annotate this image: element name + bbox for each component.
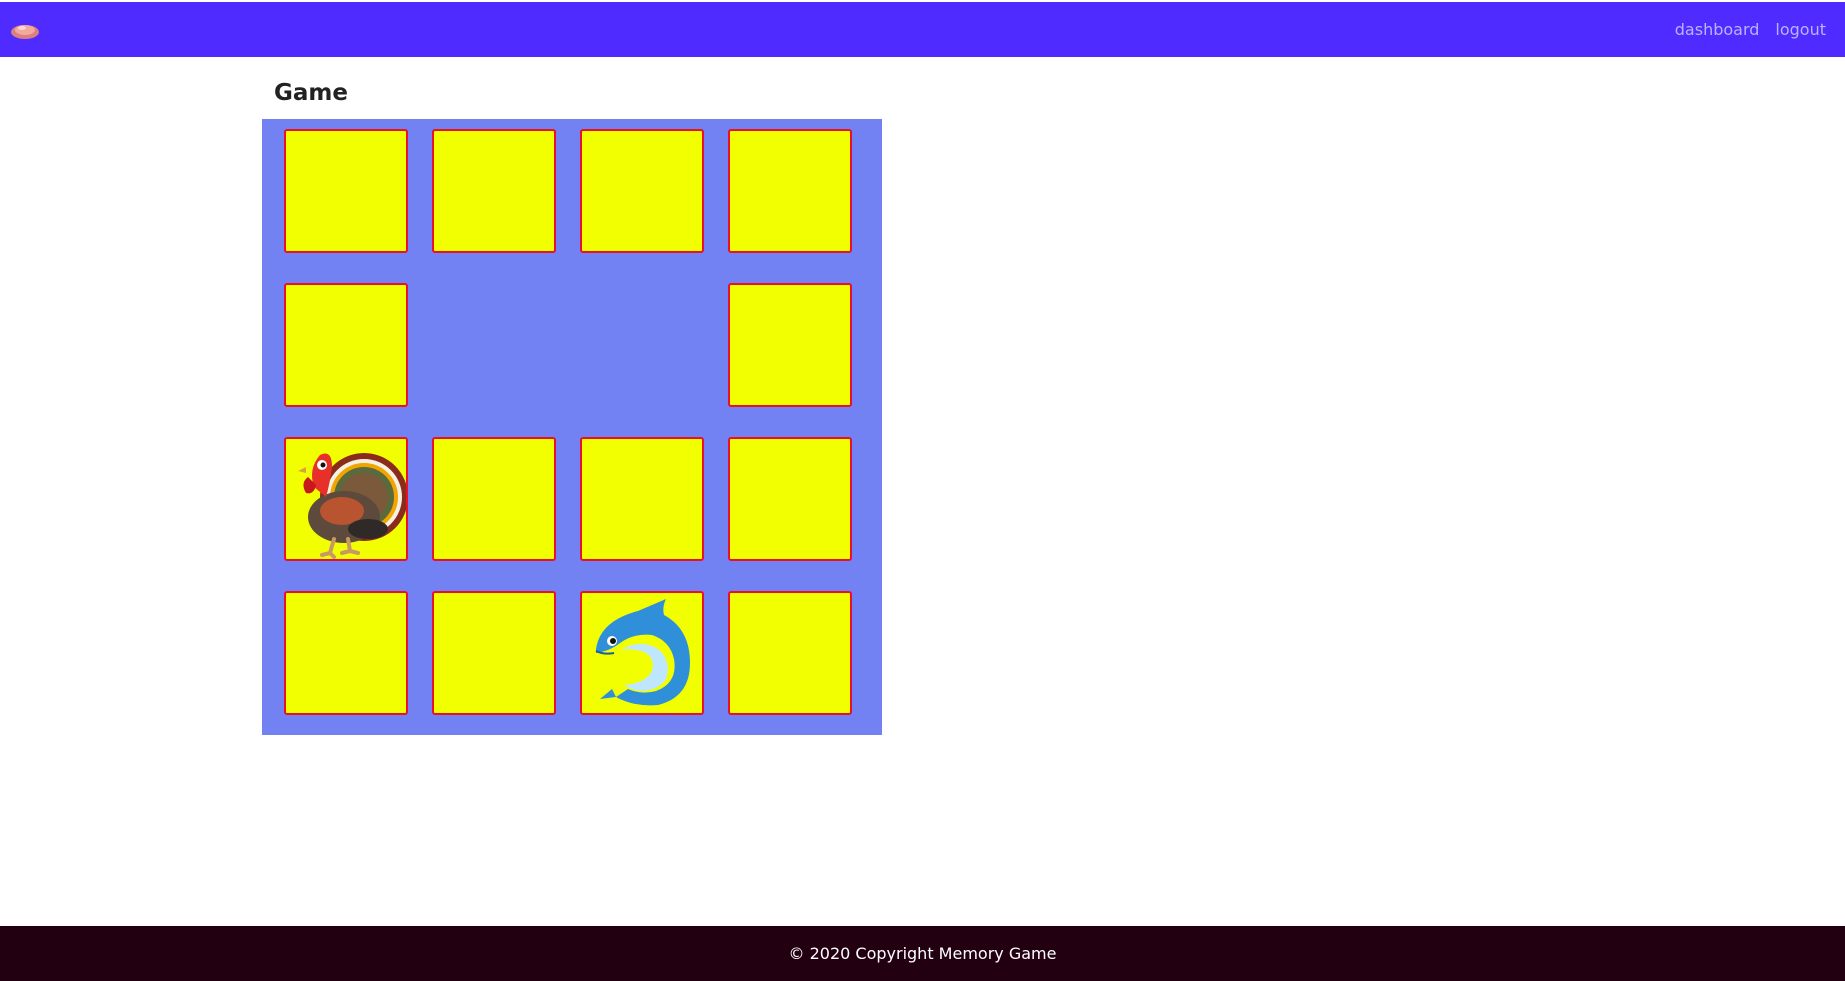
card-6-matched <box>580 283 704 407</box>
cloud-logo-icon[interactable] <box>10 22 40 40</box>
card-3[interactable] <box>728 129 852 253</box>
nav-link-dashboard[interactable]: dashboard <box>1675 20 1760 39</box>
card-7[interactable] <box>728 283 852 407</box>
card-4[interactable] <box>284 283 408 407</box>
dolphin-icon <box>595 599 690 706</box>
game-board <box>262 119 882 735</box>
card-11[interactable] <box>728 437 852 561</box>
footer: © 2020 Copyright Memory Game <box>0 926 1845 981</box>
card-5-matched <box>432 283 556 407</box>
card-2[interactable] <box>580 129 704 253</box>
card-9[interactable] <box>432 437 556 561</box>
card-0[interactable] <box>284 129 408 253</box>
navbar: dashboard logout <box>0 2 1845 57</box>
page-title: Game <box>274 80 348 106</box>
card-8-revealed[interactable] <box>284 437 408 561</box>
card-15[interactable] <box>728 591 852 715</box>
card-13[interactable] <box>432 591 556 715</box>
card-12[interactable] <box>284 591 408 715</box>
footer-copyright: © 2020 Copyright Memory Game <box>788 944 1057 963</box>
card-10[interactable] <box>580 437 704 561</box>
turkey-icon <box>298 453 406 559</box>
nav-links: dashboard logout <box>1675 2 1826 57</box>
card-1[interactable] <box>432 129 556 253</box>
card-14-revealed[interactable] <box>580 591 704 715</box>
nav-link-logout[interactable]: logout <box>1775 20 1826 39</box>
